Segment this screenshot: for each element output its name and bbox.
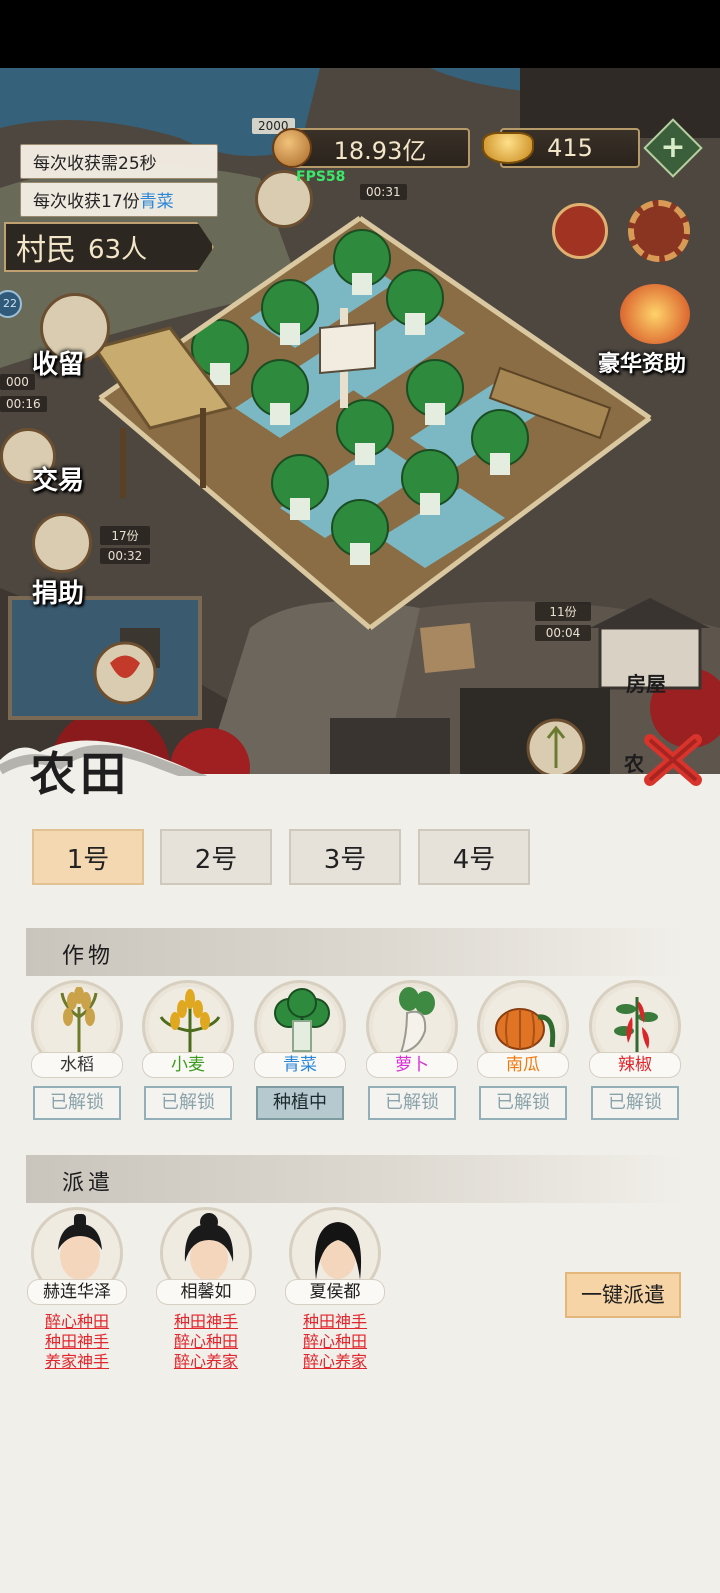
radish-icon: [399, 987, 435, 1055]
close-icon[interactable]: [642, 732, 704, 788]
chili-icon: [614, 997, 658, 1055]
luxury-aid-icon[interactable]: [620, 284, 690, 344]
timer-mid-clock: 00:32: [100, 548, 150, 564]
crop-chili-status-button[interactable]: 已解锁: [591, 1086, 679, 1120]
timer-right-clock: 00:04: [535, 625, 591, 641]
bok-choy-icon: [274, 988, 330, 1052]
coin-icon: [272, 128, 312, 168]
timer-left-clock: 00:16: [0, 396, 47, 412]
field-tab-4[interactable]: 4号: [418, 829, 530, 885]
worker-3-name: 夏侯都: [285, 1279, 385, 1305]
dispatch-section-band: [26, 1155, 686, 1203]
crops-section-band: [26, 928, 686, 976]
worker-1-name: 赫连华泽: [27, 1279, 127, 1305]
dispatch-section-title: 派遣: [62, 1171, 115, 1196]
worker-2-name: 相馨如: [156, 1279, 256, 1305]
status-bar: [0, 0, 720, 68]
plus-icon: +: [660, 130, 686, 165]
worker-1-trait-3: 养家神手: [44, 1352, 109, 1371]
gear-icon[interactable]: [628, 200, 690, 262]
crop-radish-name: 萝卜: [366, 1052, 458, 1078]
harvest-amount-label: 每次收获17份青菜: [20, 182, 218, 217]
field-tab-3[interactable]: 3号: [289, 829, 401, 885]
take-in-label[interactable]: 收留: [32, 344, 84, 381]
timer-top-clock: 00:31: [360, 184, 407, 200]
donate-label[interactable]: 捐助: [32, 573, 84, 610]
villagers-label: 村民: [16, 233, 76, 268]
crop-rice-status-button[interactable]: 已解锁: [33, 1086, 121, 1120]
luxury-aid-label[interactable]: 豪华资助: [598, 346, 686, 378]
crops-section-title: 作物: [62, 944, 115, 969]
scroll-icon[interactable]: [552, 203, 608, 259]
villagers-count: 63人: [88, 234, 148, 265]
wheat-icon: [159, 989, 221, 1055]
rice-icon: [60, 987, 98, 1055]
villager-count-box[interactable]: 村民 63人: [4, 222, 214, 272]
fps-counter: FPS58: [296, 169, 346, 185]
timer-left-amount: 000: [0, 374, 35, 390]
crop-rice-name: 水稻: [31, 1052, 123, 1078]
crop-wheat-status-button[interactable]: 已解锁: [144, 1086, 232, 1120]
crop-bok-choy-status-button[interactable]: 种植中: [256, 1086, 344, 1120]
harvest-crop-name: 青菜: [139, 192, 174, 212]
crop-bok-choy-name: 青菜: [254, 1052, 346, 1078]
dispatch-all-button[interactable]: 一键派遣: [565, 1272, 681, 1318]
crop-wheat-name: 小麦: [142, 1052, 234, 1078]
crop-pumpkin-name: 南瓜: [477, 1052, 569, 1078]
field-tab-1[interactable]: 1号: [32, 829, 144, 885]
game-map[interactable]: 每次收获需25秒 每次收获17份青菜 2000 18.93亿 FPS58 00:…: [0, 68, 720, 788]
panel-title: 农田: [30, 747, 130, 801]
harvest-time-label: 每次收获需25秒: [20, 144, 218, 179]
crop-chili-name: 辣椒: [589, 1052, 681, 1078]
crop-pumpkin-status-button[interactable]: 已解锁: [479, 1086, 567, 1120]
pumpkin-icon: [495, 1008, 556, 1050]
crop-radish-status-button[interactable]: 已解锁: [368, 1086, 456, 1120]
coin-counter: 18.93亿: [290, 128, 470, 168]
field-tab-2[interactable]: 2号: [160, 829, 272, 885]
gold-ingot-icon: [482, 132, 534, 164]
timer-mid-amount: 17份: [100, 526, 150, 545]
trade-label[interactable]: 交易: [32, 460, 84, 497]
harvest-amount-prefix: 每次收获17份: [33, 192, 140, 212]
worker-2-trait-3: 醉心养家: [173, 1352, 238, 1371]
donate-box-icon[interactable]: [32, 513, 92, 573]
house-label[interactable]: 房屋: [626, 668, 666, 697]
timer-right-amount: 11份: [535, 602, 591, 621]
worker-3-trait-3: 醉心养家: [302, 1352, 367, 1371]
